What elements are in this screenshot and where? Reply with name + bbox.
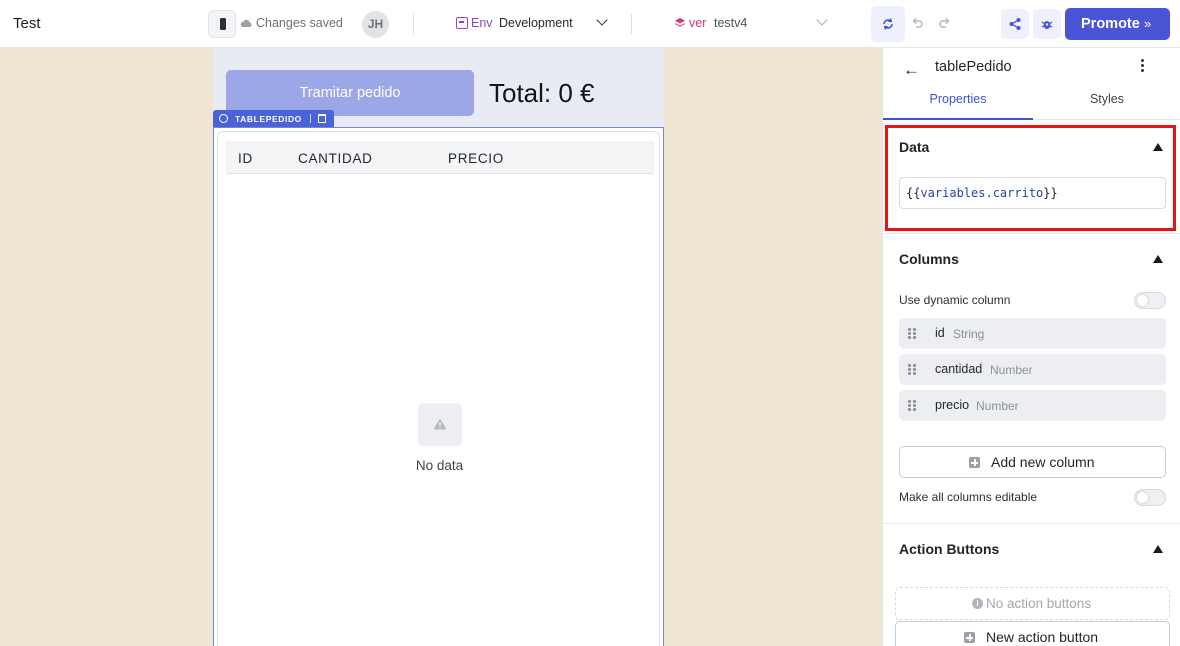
dynamic-column-toggle[interactable] bbox=[1134, 292, 1166, 309]
inspector-panel: ← tablePedido Properties Styles Data {{v… bbox=[882, 48, 1180, 646]
plus-icon bbox=[964, 632, 975, 643]
warning-icon bbox=[433, 418, 447, 430]
sync-button[interactable] bbox=[871, 6, 905, 42]
divider bbox=[310, 114, 311, 123]
editable-columns-label: Make all columns editable bbox=[899, 490, 1038, 504]
column-name: id bbox=[935, 326, 945, 340]
column-name: cantidad bbox=[935, 362, 983, 376]
action-buttons-section-title[interactable]: Action Buttons bbox=[899, 541, 999, 557]
collapse-icon[interactable] bbox=[1153, 545, 1163, 553]
divider bbox=[883, 233, 1180, 234]
component-tag-label: TABLEPEDIDO bbox=[235, 114, 302, 124]
add-new-column-button[interactable]: Add new column bbox=[899, 446, 1166, 478]
chevron-down-icon[interactable] bbox=[596, 14, 608, 26]
drag-handle-icon[interactable] bbox=[908, 400, 916, 411]
column-type: String bbox=[953, 327, 985, 341]
collapse-icon[interactable] bbox=[1153, 255, 1163, 263]
debugger-button[interactable] bbox=[1033, 9, 1061, 39]
share-button[interactable] bbox=[1001, 9, 1029, 39]
column-type: Number bbox=[990, 363, 1033, 377]
environment-select[interactable]: Development bbox=[499, 16, 573, 30]
phone-icon bbox=[220, 18, 226, 30]
column-header-cantidad[interactable]: CANTIDAD bbox=[298, 151, 373, 166]
divider bbox=[883, 523, 1180, 524]
promote-button[interactable]: Promote » bbox=[1065, 8, 1170, 40]
empty-state-box bbox=[418, 403, 462, 446]
more-options-icon[interactable] bbox=[1141, 59, 1145, 73]
promote-label: Promote bbox=[1081, 16, 1140, 32]
top-bar: Test Changes saved JH Env Development ve… bbox=[0, 0, 1180, 48]
dynamic-column-label: Use dynamic column bbox=[899, 293, 1011, 307]
sync-icon bbox=[883, 18, 893, 30]
column-type: Number bbox=[976, 399, 1019, 413]
save-status: Changes saved bbox=[256, 16, 343, 30]
app-canvas: Tramitar pedido Total: 0 € TABLEPEDIDO I… bbox=[213, 48, 664, 646]
table-component[interactable]: ID CANTIDAD PRECIO No data bbox=[213, 127, 664, 646]
mobile-view-toggle[interactable] bbox=[208, 10, 236, 38]
info-icon: i bbox=[972, 598, 983, 609]
tab-properties[interactable]: Properties bbox=[883, 92, 1033, 120]
undo-icon[interactable] bbox=[910, 16, 924, 30]
add-new-column-label: Add new column bbox=[991, 454, 1095, 470]
columns-section-title[interactable]: Columns bbox=[899, 251, 959, 267]
table-header: ID CANTIDAD PRECIO bbox=[226, 141, 654, 174]
editable-columns-toggle[interactable] bbox=[1134, 489, 1166, 506]
layers-icon bbox=[675, 18, 685, 27]
share-icon bbox=[1009, 18, 1021, 30]
drag-handle-icon[interactable] bbox=[908, 328, 916, 339]
back-arrow-icon[interactable]: ← bbox=[903, 60, 920, 80]
tab-styles[interactable]: Styles bbox=[1033, 92, 1180, 120]
column-item[interactable]: cantidad Number bbox=[899, 354, 1166, 385]
column-item[interactable]: precio Number bbox=[899, 390, 1166, 421]
gear-icon[interactable] bbox=[219, 114, 228, 123]
table: ID CANTIDAD PRECIO No data bbox=[217, 131, 660, 646]
column-name: precio bbox=[935, 398, 970, 412]
total-text[interactable]: Total: 0 € bbox=[489, 78, 595, 109]
cloud-icon bbox=[240, 19, 252, 27]
app-title: Test bbox=[13, 15, 41, 32]
no-action-buttons-placeholder: i No action buttons bbox=[895, 587, 1170, 620]
trash-icon[interactable] bbox=[318, 114, 326, 123]
new-action-button-label: New action button bbox=[986, 629, 1099, 645]
column-header-precio[interactable]: PRECIO bbox=[448, 151, 504, 166]
version-select[interactable]: testv4 bbox=[714, 16, 747, 30]
avatar[interactable]: JH bbox=[362, 11, 389, 38]
empty-state-text: No data bbox=[415, 458, 464, 473]
version-label: ver bbox=[689, 16, 707, 30]
divider bbox=[413, 14, 414, 34]
new-action-button[interactable]: New action button bbox=[895, 621, 1170, 646]
drag-handle-icon[interactable] bbox=[908, 364, 916, 375]
redo-icon[interactable] bbox=[938, 16, 952, 30]
component-tag[interactable]: TABLEPEDIDO bbox=[213, 110, 334, 127]
env-label: Env bbox=[471, 16, 493, 30]
no-action-buttons-label: No action buttons bbox=[986, 596, 1092, 611]
column-item[interactable]: id String bbox=[899, 318, 1166, 349]
column-header-id[interactable]: ID bbox=[238, 151, 253, 166]
bug-icon bbox=[1041, 21, 1053, 29]
plus-icon bbox=[969, 457, 980, 468]
component-name[interactable]: tablePedido bbox=[935, 59, 1012, 75]
highlight-box bbox=[885, 125, 1176, 231]
double-chevron-icon: » bbox=[1144, 16, 1152, 31]
chevron-down-icon[interactable] bbox=[816, 14, 828, 26]
environment-icon bbox=[456, 17, 468, 29]
divider bbox=[631, 14, 632, 34]
